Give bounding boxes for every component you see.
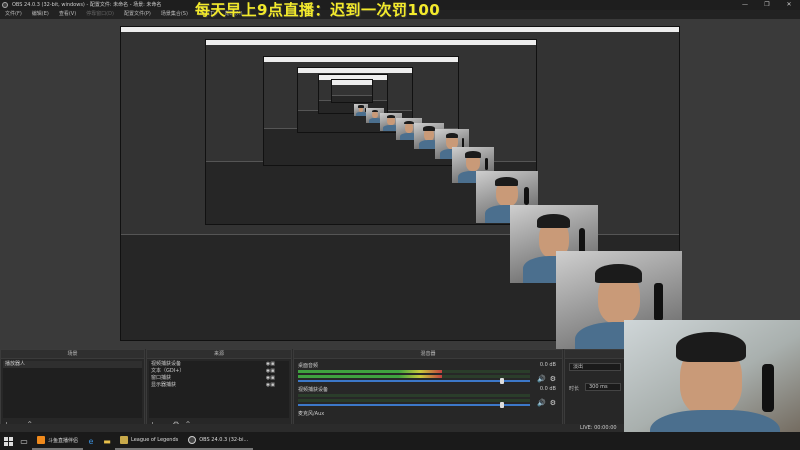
taskbar-app-league[interactable]: League of Legends — [115, 432, 184, 450]
close-button[interactable]: ✕ — [778, 0, 800, 10]
source-label: 显示器捕获 — [151, 382, 177, 388]
edge-browser-icon[interactable]: e — [83, 432, 99, 450]
source-item[interactable]: 显示器捕获 ◉▣ — [149, 382, 289, 389]
track-name: 桌面音频 — [298, 363, 319, 369]
live-timer: LIVE: 00:00:00 — [580, 425, 617, 431]
scenes-dock: 场景 播放器人 + − ⌃ ⌄ — [0, 349, 145, 432]
transition-type-select[interactable]: 淡出 — [569, 363, 621, 371]
volume-meter — [298, 370, 530, 373]
speaker-icon[interactable]: 🔊 — [537, 399, 546, 407]
preview-canvas[interactable] — [0, 19, 800, 349]
duration-label: 时长 — [569, 386, 580, 392]
volume-fader[interactable] — [298, 402, 530, 408]
track-name: 麦克风/Aux — [298, 411, 325, 417]
taskbar-app-label: 斗鱼直播伴侣 — [48, 437, 79, 444]
source-label: 窗口捕获 — [151, 375, 172, 381]
duration-input[interactable]: 300 ms — [585, 383, 621, 391]
volume-meter — [298, 394, 530, 397]
mixer-dock-title: 混音器 — [294, 350, 562, 359]
microphone — [762, 364, 774, 412]
menu-file[interactable]: 文件(F) — [0, 10, 27, 19]
hair — [676, 332, 746, 362]
minimize-button[interactable]: — — [734, 0, 756, 10]
taskbar-app-douyu[interactable]: 斗鱼直播伴侣 — [32, 432, 84, 450]
nested-obs-window — [331, 79, 373, 103]
webcam-overlay — [624, 320, 800, 450]
scenes-list[interactable]: 播放器人 — [3, 361, 142, 418]
sources-dock: 来源 视频捕获设备◉▣ 文本（GDI+）◉▣ 窗口捕获◉▣ 显示器捕获◉▣ + … — [146, 349, 292, 432]
taskbar-app-label: OBS 24.0.3 (32-bi... — [199, 437, 249, 443]
source-item[interactable]: 窗口捕获 ◉▣ — [149, 375, 289, 382]
mixer-tracks: 桌面音频 0.0 dB 🔊 ⚙ 视频捕获设备 0.0 dB 🔊 ⚙ 麦克风/Au… — [296, 361, 560, 429]
menu-docks: 停靠窗口(D) — [86, 11, 114, 17]
menu-edit[interactable]: 编辑(E) — [27, 10, 54, 19]
scenes-dock-title: 场景 — [1, 350, 144, 359]
stream-banner-text: 每天早上9点直播：迟到一次罚100 — [195, 1, 441, 19]
league-icon — [120, 436, 129, 444]
mixer-track: 桌面音频 0.0 dB 🔊 ⚙ — [296, 361, 560, 385]
volume-meter — [298, 399, 530, 402]
fader-knob[interactable] — [500, 402, 505, 408]
maximize-button[interactable]: ❐ — [756, 0, 778, 10]
volume-meter — [298, 375, 530, 378]
volume-fader[interactable] — [298, 378, 530, 384]
track-db: 0.0 dB — [539, 386, 556, 392]
windows-taskbar: ▭ 斗鱼直播伴侣 e ▬ League of Legends OBS 24.0.… — [0, 432, 800, 450]
source-label: 文本（GDI+） — [151, 368, 185, 374]
eye-lock-icon[interactable]: ◉▣ — [266, 375, 275, 382]
sources-dock-title: 来源 — [147, 350, 291, 359]
douyu-icon — [37, 436, 45, 444]
sources-list[interactable]: 视频捕获设备 ◉▣ 文本（GDI+） ◉▣ 窗口捕获 ◉▣ 显示器捕获 ◉▣ — [149, 361, 289, 418]
eye-lock-icon[interactable]: ◉▣ — [266, 361, 275, 368]
gear-icon[interactable]: ⚙ — [550, 399, 556, 407]
menu-profile[interactable]: 配置文件(P) — [119, 10, 156, 19]
obs-app-icon — [2, 2, 8, 8]
task-view-icon[interactable]: ▭ — [16, 432, 32, 450]
mixer-track: 视频捕获设备 0.0 dB 🔊 ⚙ — [296, 385, 560, 409]
eye-lock-icon[interactable]: ◉▣ — [266, 368, 275, 375]
file-explorer-icon[interactable]: ▬ — [99, 432, 115, 450]
menu-view[interactable]: 查看(V) — [54, 10, 81, 19]
window-controls: — ❐ ✕ — [734, 0, 800, 10]
gear-icon[interactable]: ⚙ — [550, 375, 556, 383]
scene-item[interactable]: 播放器人 — [3, 361, 142, 368]
window-title: OBS 24.0.3 (32-bit, windows) - 配置文件: 未命名… — [12, 2, 162, 8]
speaker-icon[interactable]: 🔊 — [537, 375, 546, 383]
source-item[interactable]: 文本（GDI+） ◉▣ — [149, 368, 289, 375]
windows-start-icon[interactable] — [0, 432, 16, 450]
taskbar-app-obs[interactable]: OBS 24.0.3 (32-bi... — [183, 432, 254, 450]
eye-lock-icon[interactable]: ◉▣ — [266, 382, 275, 389]
source-label: 视频捕获设备 — [151, 361, 182, 367]
obs-icon — [188, 436, 197, 444]
menu-scene-collection[interactable]: 场景集合(S) — [156, 10, 193, 19]
fader-knob[interactable] — [500, 378, 505, 384]
track-name: 视频捕获设备 — [298, 387, 329, 393]
track-db: 0.0 dB — [539, 362, 556, 368]
source-item[interactable]: 视频捕获设备 ◉▣ — [149, 361, 289, 368]
mixer-dock: 混音器 桌面音频 0.0 dB 🔊 ⚙ 视频捕获设备 0.0 dB 🔊 ⚙ 麦克… — [293, 349, 563, 432]
taskbar-app-label: League of Legends — [131, 437, 179, 443]
